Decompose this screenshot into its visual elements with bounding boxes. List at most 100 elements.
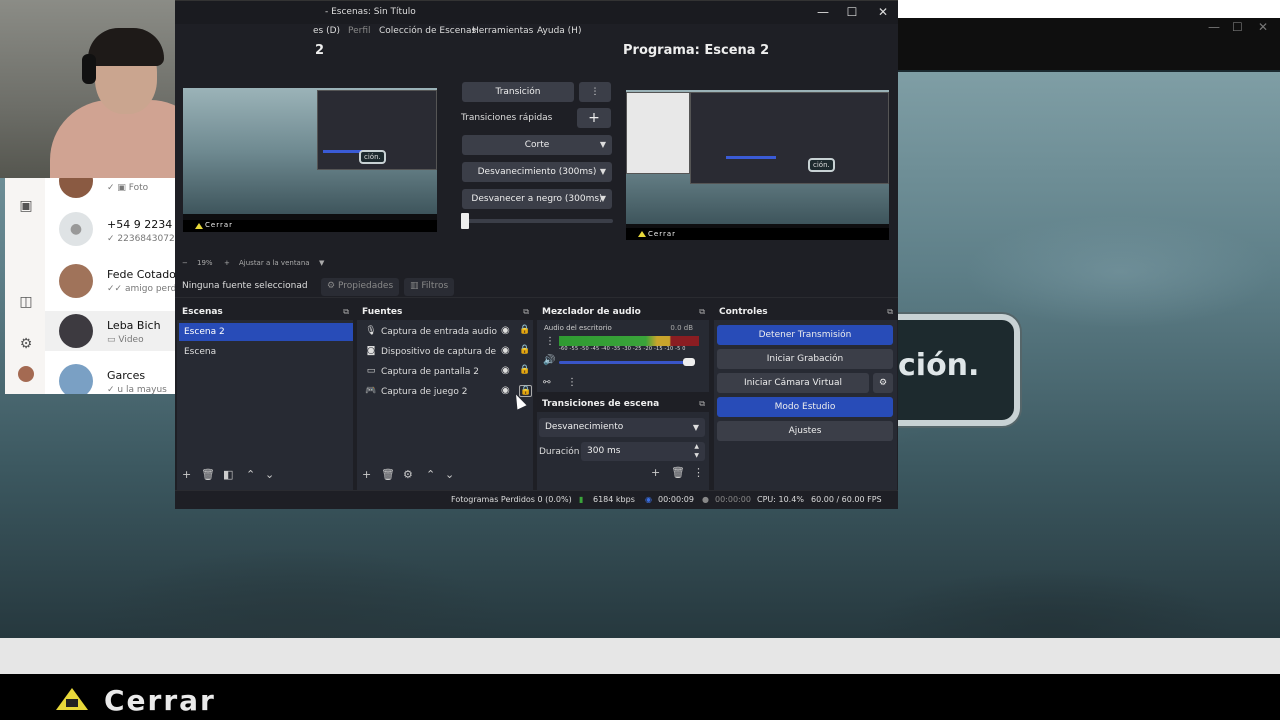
menu-item-help[interactable]: Ayuda (H) xyxy=(537,26,581,36)
add-icon[interactable]: + xyxy=(651,466,660,479)
trash-icon[interactable]: 🗑 xyxy=(671,466,685,479)
menu-item-scene-collection[interactable]: Colección de Escenas xyxy=(379,26,476,36)
more-icon[interactable]: ⋮ xyxy=(545,336,555,347)
transition-select-value: Desvanecimiento xyxy=(545,422,624,432)
sources-dock: Fuentes ⧉ 🎙 Captura de entrada audio ◉ 🔒… xyxy=(357,304,533,490)
source-item[interactable]: ▭ Captura de pantalla 2 ◉ 🔒 xyxy=(359,363,535,381)
program-canvas: ción. Cerrar xyxy=(626,90,889,240)
background-window-bar: — ☐ ✕ xyxy=(898,18,1280,70)
lock-icon[interactable]: 🔒 xyxy=(519,365,530,375)
chat-item[interactable]: ✓ ▣ Foto xyxy=(59,178,175,204)
lock-icon[interactable]: 🔒 xyxy=(519,345,530,355)
transition-menu-button[interactable]: ⋮ xyxy=(579,82,611,102)
chat-item[interactable]: Fede Cotado ✓✓ amigo perdo xyxy=(59,262,175,302)
link-icon[interactable]: ⚯ xyxy=(543,378,551,388)
filter-icon: ▥ xyxy=(410,281,419,291)
start-virtual-camera-button[interactable]: Iniciar Cámara Virtual xyxy=(717,373,869,393)
source-item[interactable]: ◙ Dispositivo de captura de vid ◉ 🔒 xyxy=(359,343,535,361)
chevron-down-icon[interactable]: ⌄ xyxy=(445,468,454,481)
chevron-down-icon[interactable]: ⌄ xyxy=(265,468,274,481)
cpu-usage: CPU: 10.4% xyxy=(757,495,804,504)
undock-icon[interactable]: ⧉ xyxy=(523,307,529,317)
minimize-icon[interactable]: — xyxy=(1208,20,1220,34)
maximize-icon[interactable]: ☐ xyxy=(1232,20,1243,34)
chevron-up-icon[interactable]: ⌃ xyxy=(426,468,435,481)
eye-icon[interactable]: ◉ xyxy=(501,365,510,376)
zoom-out-button[interactable]: − xyxy=(182,259,188,267)
chat-item[interactable]: Leba Bich ▭ Video xyxy=(59,312,175,352)
chat-preview: ✓ 2236843072 xyxy=(107,234,175,244)
mixer-track-name: Audio del escritorio xyxy=(544,324,612,332)
scene-transitions-title: Transiciones de escena xyxy=(542,399,660,409)
menu-item-profile[interactable]: Perfil xyxy=(348,26,371,36)
game-dialog-text: ción. xyxy=(898,348,980,383)
microphone-icon: 🎙 xyxy=(365,326,377,336)
source-name: Captura de entrada audio xyxy=(381,327,497,337)
source-item[interactable]: 🎮 Captura de juego 2 ◉ 🔒 xyxy=(359,383,535,401)
gamepad-icon: 🎮 xyxy=(365,386,377,396)
chat-item[interactable]: ● +54 9 2234 ... ✓ 2236843072 xyxy=(59,212,175,252)
duration-input[interactable]: 300 ms ▲ ▼ xyxy=(581,442,705,461)
filters-button[interactable]: ▥ Filtros xyxy=(404,278,455,296)
undock-icon[interactable]: ⧉ xyxy=(699,399,705,409)
filter-icon[interactable]: ◧ xyxy=(223,468,233,481)
warning-triangle-icon xyxy=(638,231,646,237)
maximize-icon[interactable]: ☐ xyxy=(837,5,867,19)
menu-item-tools[interactable]: Herramientas xyxy=(472,26,533,36)
start-recording-button[interactable]: Iniciar Grabación xyxy=(717,349,893,369)
menu-item-scenes[interactable]: es (D) xyxy=(313,26,340,36)
volume-slider-handle[interactable] xyxy=(683,358,695,366)
scene-item[interactable]: Escena xyxy=(179,343,353,361)
close-icon[interactable]: ✕ xyxy=(868,5,898,19)
add-icon[interactable]: + xyxy=(362,468,371,481)
profile-avatar[interactable] xyxy=(18,366,34,382)
chevron-up-icon[interactable]: ⌃ xyxy=(246,468,255,481)
transition-slider-handle[interactable] xyxy=(461,213,469,229)
close-icon[interactable]: ✕ xyxy=(1258,20,1268,34)
transition-select[interactable]: Desvanecimiento ▼ xyxy=(539,418,705,437)
settings-button[interactable]: Ajustes xyxy=(717,421,893,441)
chevron-down-icon[interactable]: ▼ xyxy=(319,259,324,267)
gear-icon: ⚙ xyxy=(878,378,888,388)
trash-icon[interactable]: 🗑 xyxy=(201,468,215,481)
add-quick-transition-button[interactable]: + xyxy=(577,108,611,128)
stop-stream-button[interactable]: Detener Transmisión xyxy=(717,325,893,345)
quick-transition-cut[interactable]: Corte ▼ xyxy=(462,135,612,155)
transition-button[interactable]: Transición xyxy=(462,82,574,102)
archive-icon[interactable]: ▣ xyxy=(18,198,34,214)
volume-slider[interactable] xyxy=(559,361,695,364)
lock-icon[interactable]: 🔒 xyxy=(519,325,530,335)
quick-transition-fade[interactable]: Desvanecimiento (300ms) ▼ xyxy=(462,162,612,182)
gear-icon[interactable]: ⚙ xyxy=(403,468,413,481)
transition-slider-track[interactable] xyxy=(463,219,613,223)
virtual-camera-settings-button[interactable]: ⚙ xyxy=(873,373,893,393)
program-nested-obs xyxy=(690,92,889,184)
minimize-icon[interactable]: — xyxy=(808,5,838,19)
add-icon[interactable]: + xyxy=(182,468,191,481)
chat-preview: ✓✓ amigo perdo xyxy=(107,284,175,294)
preview-canvas[interactable]: ción. Cerrar xyxy=(183,88,437,232)
settings-icon[interactable]: ⚙ xyxy=(18,336,34,352)
eye-icon[interactable]: ◉ xyxy=(501,325,510,336)
fit-to-window-button[interactable]: Ajustar a la ventana xyxy=(239,259,310,267)
eye-icon[interactable]: ◉ xyxy=(501,385,510,396)
trash-icon[interactable]: 🗑 xyxy=(381,468,395,481)
source-item[interactable]: 🎙 Captura de entrada audio ◉ 🔒 xyxy=(359,323,535,341)
quick-transition-fade-black[interactable]: Desvanecer a negro (300ms) ▼ xyxy=(462,189,612,209)
properties-button[interactable]: ⚙ Propiedades xyxy=(321,278,400,296)
status-icon[interactable]: ◫ xyxy=(18,294,34,310)
undock-icon[interactable]: ⧉ xyxy=(887,307,893,317)
zoom-in-button[interactable]: + xyxy=(224,259,230,267)
more-icon[interactable]: ⋮ xyxy=(567,377,577,388)
undock-icon[interactable]: ⧉ xyxy=(343,307,349,317)
chat-item[interactable]: Garces ✓ u la mayus xyxy=(59,362,175,394)
studio-mode-button[interactable]: Modo Estudio xyxy=(717,397,893,417)
meter-scale: -60 -55 -50 -45 -40 -35 -30 -25 -20 -15 … xyxy=(559,346,686,352)
chat-preview: ▭ Video xyxy=(107,335,144,345)
eye-icon[interactable]: ◉ xyxy=(501,345,510,356)
undock-icon[interactable]: ⧉ xyxy=(699,307,705,317)
avatar xyxy=(59,178,93,198)
speaker-icon[interactable]: 🔊 xyxy=(543,355,555,366)
more-icon[interactable]: ⋮ xyxy=(693,466,704,479)
scene-item[interactable]: Escena 2 xyxy=(179,323,353,341)
